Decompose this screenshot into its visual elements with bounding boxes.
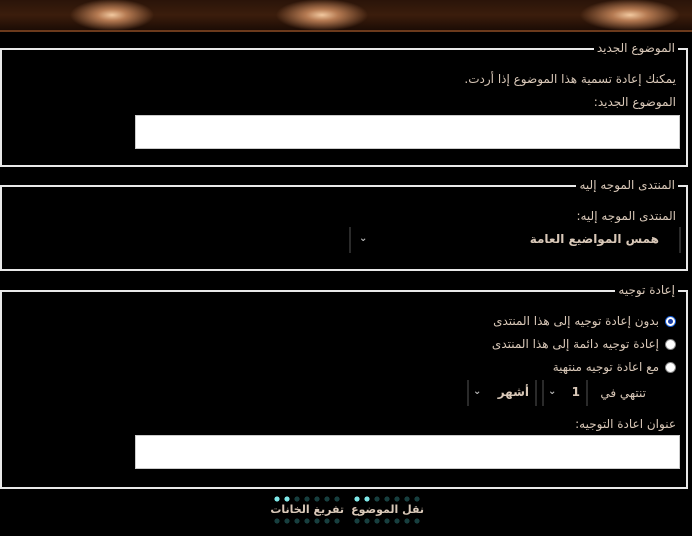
target-forum-select[interactable]: همس المواضيع العامة ⌄ [349,227,681,253]
button-dots-bottom [352,516,424,526]
target-forum-legend: المنتدى الموجه إليه [576,177,678,193]
redirect-title-input[interactable] [135,435,680,469]
radio-button[interactable] [665,338,676,350]
expires-amount-select[interactable]: 1 ⌄ [542,380,588,406]
move-thread-button[interactable]: نقل الموضوع [351,494,424,526]
radio-button[interactable] [665,361,676,373]
clear-fields-label: تفريغ الخانات [270,503,344,516]
new-title-legend: الموضوع الجديد [593,40,678,56]
new-title-input[interactable] [135,115,680,149]
move-thread-label: نقل الموضوع [351,503,424,516]
new-title-help-text: يمكنك إعادة تسمية هذا الموضوع إذا أردت. [464,72,676,86]
new-title-fieldset: الموضوع الجديد يمكنك إعادة تسمية هذا الم… [0,40,688,167]
expires-amount-value: 1 [571,385,580,399]
target-forum-selected-value: همس المواضيع العامة [529,232,659,246]
expires-unit-select[interactable]: أشهر ⌄ [467,380,537,406]
clear-fields-button[interactable]: تفريغ الخانات [270,494,344,526]
redirect-option-label: بدون إعادة توجيه إلى هذا المنتدى [493,314,659,328]
button-dots-bottom [272,516,344,526]
chevron-down-icon: ⌄ [359,233,368,244]
redirect-option-label: مع اعادة توجيه منتهية [552,360,659,374]
chevron-down-icon: ⌄ [473,386,482,397]
redirect-option-permanent[interactable]: إعادة توجيه دائمة إلى هذا المنتدى [492,335,676,353]
redirect-option-label: إعادة توجيه دائمة إلى هذا المنتدى [491,337,659,351]
target-forum-label: المنتدى الموجه إليه: [576,209,676,223]
header-banner [0,0,692,32]
new-title-label: الموضوع الجديد: [593,95,676,109]
redirect-title-label: عنوان اعادة التوجيه: [575,417,676,431]
chevron-down-icon: ⌄ [548,386,557,397]
expires-label: تنتهي في [600,386,646,400]
redirect-option-expiring[interactable]: مع اعادة توجيه منتهية [553,358,676,376]
redirect-option-none[interactable]: بدون إعادة توجيه إلى هذا المنتدى [493,312,676,330]
expires-unit-value: أشهر [497,385,529,399]
radio-button[interactable] [665,315,676,327]
redirect-legend: إعادة توجيه [615,282,678,298]
target-forum-fieldset: المنتدى الموجه إليه المنتدى الموجه إليه:… [0,177,688,271]
redirect-fieldset: إعادة توجيه بدون إعادة توجيه إلى هذا الم… [0,282,688,489]
